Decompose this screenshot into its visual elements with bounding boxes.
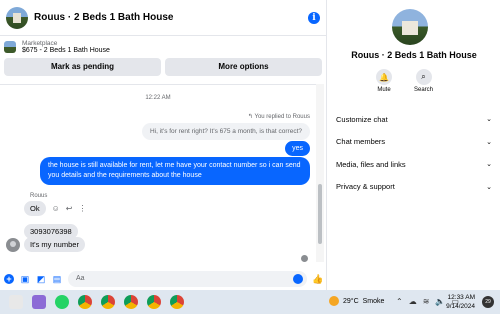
menu-label: Media, files and links [336,159,406,169]
menu-label: Customize chat [336,114,388,124]
temperature: 29°C [343,297,359,305]
marketplace-panel: Marketplace $675 - 2 Beds 1 Bath House M… [0,36,326,76]
listing-thumbnail [4,41,16,53]
details-menu: Customize chat ⌄ Chat members ⌄ Media, fil… [334,108,494,198]
taskbar-clock[interactable]: 12:33 AM 9/14/2024 [445,293,475,311]
gif-icon[interactable]: ▤ [52,274,62,284]
mute-button[interactable]: 🔔 Mute [376,69,392,93]
chat-header: Rouus · 2 Beds 1 Bath House i [0,0,326,36]
quoted-message[interactable]: Hi, it's for rent right? It's 675 a mont… [141,123,310,140]
sun-icon [329,296,339,306]
volume-icon[interactable]: 🔈 [435,297,445,306]
sticker-icon[interactable]: ◩ [36,274,46,284]
chevron-up-icon[interactable]: ⌃ [396,297,403,306]
chat-avatar[interactable] [6,6,28,29]
message-list[interactable]: 12:22 AM ↰ You replied to Rouus Hi, it's… [0,84,316,262]
more-options-button[interactable]: More options [165,58,322,76]
emoji-icon[interactable] [293,274,303,284]
marketplace-label: Marketplace [22,40,58,47]
sender-name: Rouus [30,193,48,199]
search-icon: ⌕ [415,69,432,85]
menu-label: Privacy & support [336,182,395,192]
message-scrollbar[interactable] [316,84,324,262]
incoming-mynumber-row: It's my number [6,237,85,252]
reply-icon: ↰ [247,114,255,120]
messenger-app: Rouus · 2 Beds 1 Bath House i Marketplac… [0,0,500,290]
chevron-down-icon: ⌄ [486,161,492,169]
reply-note-text: You replied to Rouus [254,114,311,120]
mark-pending-button[interactable]: Mark as pending [4,58,161,76]
message-timestamp: 12:22 AM [145,95,171,101]
chevron-down-icon: ⌄ [486,138,492,146]
bell-icon: 🔔 [376,69,392,85]
clock-time: 12:33 AM [447,294,475,301]
cloud-icon[interactable]: ☁ [409,297,417,306]
react-icon[interactable]: ☺ [52,204,60,213]
chrome-icon[interactable] [147,295,161,309]
incoming-message-ok[interactable]: Ok [24,201,46,216]
message-input[interactable]: Aa [68,271,307,287]
details-avatar[interactable] [392,9,428,45]
menu-privacy-support[interactable]: Privacy & support ⌄ [334,176,494,199]
taskbar-spacer-icon [9,295,23,309]
chrome-icon[interactable] [124,295,138,309]
incoming-message-mynumber[interactable]: It's my number [24,237,85,252]
composer-bar: + ▣ ◩ ▤ Aa 👍 [0,268,327,290]
like-icon[interactable]: 👍 [312,274,323,284]
listing-title: $675 - 2 Beds 1 Bath House [22,47,110,54]
chrome-icon[interactable] [101,295,115,309]
mute-label: Mute [377,87,391,93]
listing-actions: Mark as pending More options [4,58,322,76]
scroll-thumb[interactable] [318,184,322,244]
outgoing-message-yes[interactable]: yes [285,141,310,156]
sender-avatar[interactable] [6,237,20,252]
weather-widget[interactable]: 29°C Smoke [329,296,384,306]
chrome-icon[interactable] [78,295,92,309]
menu-chat-members[interactable]: Chat members ⌄ [334,131,494,154]
search-label: Search [414,87,434,93]
seen-indicator [301,255,308,262]
weather-condition: Smoke [362,297,385,305]
wifi-icon[interactable]: ≋ [423,297,430,306]
outgoing-message-long[interactable]: the house is still available for rent, l… [40,157,310,185]
menu-customize-chat[interactable]: Customize chat ⌄ [334,108,494,131]
chat-title[interactable]: Rouus · 2 Beds 1 Bath House [34,12,308,23]
chevron-down-icon: ⌄ [486,183,492,191]
pen-app-icon[interactable] [32,295,46,309]
whatsapp-icon[interactable] [55,295,69,309]
marketplace-listing[interactable]: Marketplace $675 - 2 Beds 1 Bath House [4,40,322,54]
image-icon[interactable]: ▣ [20,274,30,284]
message-input-placeholder: Aa [76,275,85,282]
incoming-ok-row: Ok ☺ ↩ ⋮ [24,201,86,216]
chrome-icon[interactable] [170,295,184,309]
notification-badge[interactable]: 29 [482,296,494,308]
details-actions: 🔔 Mute ⌕ Search [376,69,433,93]
plus-icon[interactable]: + [4,274,14,284]
reply-note: ↰ You replied to Rouus [248,113,310,120]
details-name: Rouus · 2 Beds 1 Bath House [351,50,477,60]
more-vertical-icon[interactable]: ⋮ [78,204,86,213]
chat-pane: Rouus · 2 Beds 1 Bath House i Marketplac… [0,0,327,290]
menu-media-files-links[interactable]: Media, files and links ⌄ [334,153,494,176]
chevron-down-icon: ⌄ [486,116,492,124]
conversation-details: Rouus · 2 Beds 1 Bath House 🔔 Mute ⌕ Sea… [328,0,500,290]
search-button[interactable]: ⌕ Search [414,69,433,93]
windows-taskbar: 29°C Smoke ⌃ ☁ ≋ 🔈 ▭ 12:33 AM 9/14/2024 … [0,290,500,314]
menu-label: Chat members [336,137,386,147]
reply-arrow-icon[interactable]: ↩ [66,204,73,213]
info-icon[interactable]: i [308,11,320,24]
clock-date: 9/14/2024 [446,303,475,310]
